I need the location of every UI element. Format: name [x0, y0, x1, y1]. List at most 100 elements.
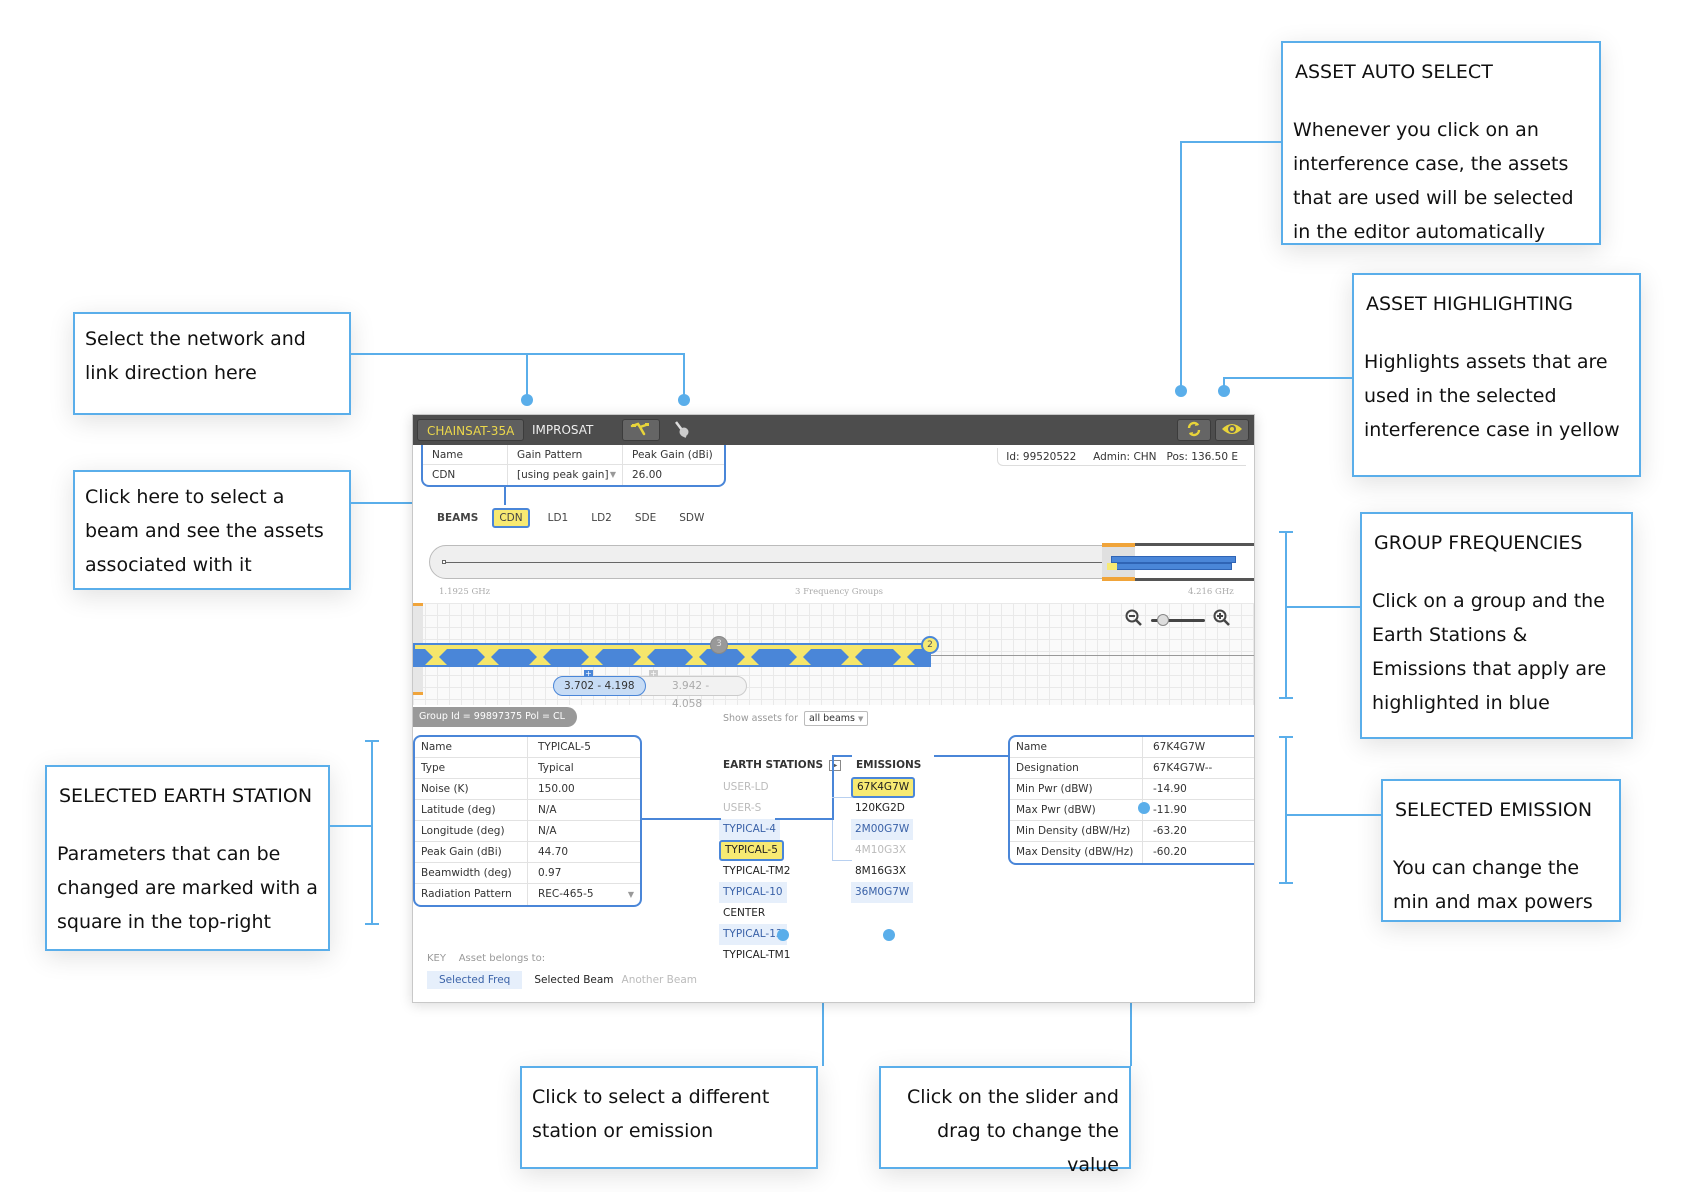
- param-label: Type: [415, 758, 528, 779]
- beam-link-line: [504, 487, 506, 505]
- beam-tab-sdw[interactable]: SDW: [674, 510, 709, 526]
- group-badge-3[interactable]: 3: [710, 636, 728, 654]
- frequency-group-selected[interactable]: [413, 643, 931, 667]
- param-row: Beamwidth (deg) 0.97: [415, 863, 640, 884]
- network-tab-chainsat[interactable]: CHAINSAT-35A: [417, 419, 525, 441]
- connector-dot: [1175, 385, 1187, 397]
- callout-highlighting: ASSET HIGHLIGHTING Highlights assets tha…: [1352, 273, 1641, 477]
- zoom-controls: [1125, 609, 1231, 630]
- connector: [1223, 377, 1352, 379]
- group-block[interactable]: [1111, 556, 1236, 563]
- toolbar: CHAINSAT-35A IMPROSAT: [413, 415, 1254, 445]
- param-value[interactable]: 67K4G7W--: [1143, 758, 1212, 779]
- beam-tab-ld2[interactable]: LD2: [586, 510, 617, 526]
- param-value[interactable]: -60.20: [1143, 842, 1187, 863]
- param-value[interactable]: N/A: [528, 800, 557, 821]
- uplink-icon: [630, 421, 652, 440]
- id-label: Id:: [1006, 451, 1020, 463]
- param-value[interactable]: TYPICAL-5: [528, 737, 591, 758]
- list-item[interactable]: 67K4G7W: [851, 777, 916, 798]
- param-value[interactable]: -11.90: [1143, 800, 1187, 821]
- highlight-button[interactable]: [1215, 419, 1249, 441]
- frequency-axis: [443, 562, 1123, 563]
- list-item[interactable]: 36M0G7W: [851, 882, 914, 903]
- selected-group-marker: [1107, 563, 1117, 570]
- param-label: Name: [1010, 737, 1143, 758]
- list-item[interactable]: TYPICAL-4: [719, 819, 780, 840]
- list-item[interactable]: CENTER: [719, 903, 769, 924]
- param-label: Min Density (dBW/Hz): [1010, 821, 1143, 842]
- bracket: [1279, 882, 1293, 884]
- param-row: Min Pwr (dBW) -14.90: [1010, 779, 1254, 800]
- param-label: Max Density (dBW/Hz): [1010, 842, 1143, 863]
- list-item[interactable]: TYPICAL-TM1: [719, 945, 794, 966]
- chevron-down-icon: ▼: [609, 470, 616, 479]
- peak-gain-field[interactable]: 26.00: [623, 465, 724, 485]
- beam-table-header: Name Gain Pattern Peak Gain (dBi): [423, 445, 724, 465]
- play-icon[interactable]: ▶: [829, 759, 842, 771]
- param-row: Min Density (dBW/Hz) -63.20: [1010, 821, 1254, 842]
- list-item[interactable]: 2M00G7W: [851, 819, 914, 840]
- param-value[interactable]: -63.20: [1143, 821, 1187, 842]
- list-item[interactable]: TYPICAL-5: [719, 840, 784, 861]
- link-line: [832, 755, 852, 757]
- param-label: Min Pwr (dBW): [1010, 779, 1143, 800]
- bracket: [365, 740, 379, 742]
- zoom-slider[interactable]: [1151, 613, 1205, 626]
- param-value[interactable]: 150.00: [528, 779, 575, 800]
- group-badge-2[interactable]: 2: [921, 636, 939, 654]
- earth-station-params: Name TYPICAL-5 Type Typical Noise (K) 150.00 L…: [413, 735, 642, 907]
- param-value[interactable]: Typical: [528, 758, 574, 779]
- show-assets-select[interactable]: all beams ▼: [803, 711, 869, 726]
- bracket: [1279, 736, 1293, 738]
- beam-tab-cdn[interactable]: CDN: [492, 508, 530, 528]
- list-item[interactable]: 120KG2D: [851, 798, 909, 819]
- uplink-button[interactable]: [622, 419, 660, 441]
- param-value[interactable]: 67K4G7W: [1143, 737, 1205, 758]
- list-item[interactable]: TYPICAL-TM2: [719, 861, 794, 882]
- beam-tab-sde[interactable]: SDE: [630, 510, 661, 526]
- list-item[interactable]: 8M16G3X: [851, 861, 910, 882]
- param-value[interactable]: -14.90: [1143, 779, 1187, 800]
- param-value[interactable]: 0.97: [528, 863, 561, 884]
- zoom-in-icon[interactable]: [1213, 609, 1231, 630]
- sync-button[interactable]: [1177, 419, 1211, 441]
- group-block[interactable]: [1107, 563, 1232, 570]
- range-label-selected[interactable]: 3.702 - 4.198: [553, 676, 646, 696]
- zoom-slider-thumb[interactable]: [1157, 613, 1169, 626]
- param-row: Max Density (dBW/Hz) -60.20: [1010, 842, 1254, 863]
- frequency-overview[interactable]: [429, 543, 1254, 581]
- list-item[interactable]: USER-S: [719, 798, 765, 819]
- gain-pattern-select[interactable]: [using peak gain] ▼: [508, 465, 623, 485]
- key-another-beam: Another Beam: [621, 974, 698, 986]
- network-id: 99520522: [1022, 451, 1077, 463]
- callout-network: Select the network and link direction he…: [73, 312, 351, 415]
- param-label: Name: [415, 737, 528, 758]
- callout-auto-select-title: ASSET AUTO SELECT: [1295, 61, 1493, 83]
- pos-label: Pos:: [1166, 451, 1188, 463]
- param-value[interactable]: N/A: [528, 821, 557, 842]
- bracket: [371, 741, 373, 924]
- list-item[interactable]: USER-LD: [719, 777, 773, 798]
- group-frequency-view[interactable]: 3 2 + + 3.942 - 4.058 3.702 - 4.198: [413, 603, 1254, 710]
- zoom-out-icon[interactable]: [1125, 609, 1143, 630]
- param-row: Latitude (deg) N/A: [415, 800, 640, 821]
- admin-label: Admin:: [1093, 451, 1131, 463]
- param-row: Radiation Pattern REC-465-5 ▼: [415, 884, 640, 905]
- beam-tab-ld1[interactable]: LD1: [543, 510, 574, 526]
- network-tab-improsat[interactable]: IMPROSAT: [523, 419, 602, 441]
- downlink-button[interactable]: [663, 419, 701, 441]
- callout-group-freq: GROUP FREQUENCIES Click on a group and t…: [1360, 512, 1633, 739]
- list-item[interactable]: 4M10G3X: [851, 840, 910, 861]
- connector: [1285, 814, 1381, 816]
- list-item[interactable]: TYPICAL-10: [719, 882, 787, 903]
- key-items: Selected Freq Selected Beam Another Beam: [427, 971, 709, 989]
- group-info-badge: Group Id = 99897375 Pol = CL: [413, 707, 577, 727]
- connector: [1180, 141, 1182, 391]
- header-gain-pattern: Gain Pattern: [508, 445, 623, 465]
- callout-select-station-text: Click to select a different station or e…: [532, 1086, 770, 1142]
- param-value[interactable]: 44.70: [528, 842, 568, 863]
- param-row: Name 67K4G7W: [1010, 737, 1254, 758]
- param-value[interactable]: REC-465-5: [528, 884, 594, 905]
- connector: [1180, 141, 1281, 143]
